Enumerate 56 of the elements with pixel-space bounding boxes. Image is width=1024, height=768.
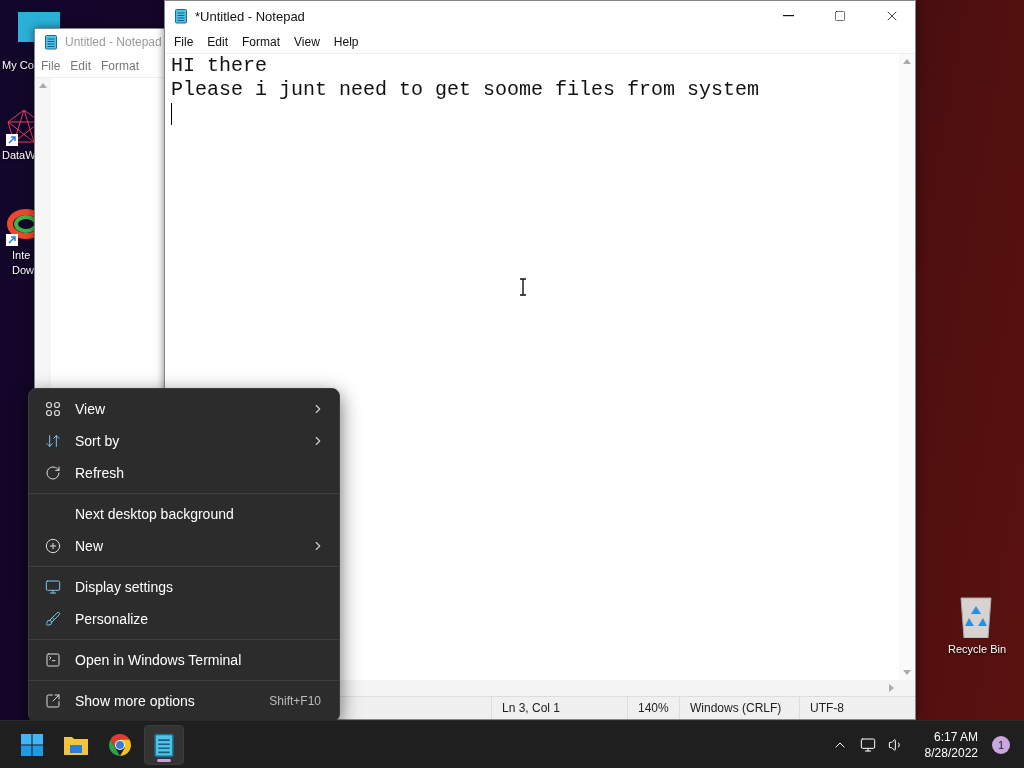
sort-icon — [45, 433, 61, 449]
refresh-icon — [45, 465, 61, 481]
status-text: Ln 3, Col 1 — [491, 697, 627, 719]
menu-item[interactable]: File — [41, 59, 61, 73]
menu-item[interactable]: Format — [235, 35, 288, 49]
scroll-down-icon[interactable] — [903, 668, 911, 676]
icon-label: My Co — [1, 58, 34, 73]
icon-label: Inte — [11, 248, 31, 263]
menu-item[interactable]: Help — [326, 35, 366, 49]
status-text: 140% — [627, 697, 679, 719]
menu-item[interactable]: View — [287, 35, 327, 49]
scroll-up-icon[interactable] — [39, 82, 47, 90]
window-title: Untitled - Notepad — [65, 35, 162, 49]
text-cursor-icon — [518, 278, 528, 296]
taskbar-app-button[interactable] — [144, 724, 184, 765]
window-title: *Untitled - Notepad — [195, 8, 305, 24]
notepad-icon — [173, 8, 189, 24]
menu-item[interactable]: Sort by — [33, 425, 335, 457]
shortcut-text: Shift+F10 — [269, 694, 322, 708]
menu-item[interactable]: Refresh — [33, 457, 335, 489]
notepad-icon — [151, 731, 177, 758]
terminal-icon — [45, 652, 61, 668]
status-text: Windows (CRLF) — [679, 697, 799, 719]
notepad-icon — [43, 34, 59, 50]
menu-item[interactable]: View — [33, 393, 335, 425]
minimize-icon — [782, 15, 794, 17]
recycle-bin-icon — [959, 596, 993, 638]
menu-item[interactable]: Open in Windows Terminal — [33, 644, 335, 676]
menu-item[interactable]: Show more options Shift+F10 — [33, 685, 335, 717]
menu-item[interactable]: Display settings — [33, 571, 335, 603]
plus-icon — [45, 538, 61, 554]
brush-icon — [45, 611, 61, 627]
status-text: UTF-8 — [799, 697, 903, 719]
text-line: HI there — [171, 54, 268, 78]
scroll-right-icon[interactable] — [887, 684, 895, 692]
menu-item[interactable]: Next desktop background — [33, 498, 335, 530]
menu-item[interactable]: Edit — [200, 35, 236, 49]
menu-item[interactable]: Personalize — [33, 603, 335, 635]
menu-item[interactable]: New — [33, 530, 335, 562]
icon-label: DataW — [1, 148, 36, 163]
maximize-icon — [834, 10, 846, 22]
scroll-up-icon[interactable] — [903, 58, 911, 66]
expand-icon — [45, 693, 61, 709]
recycle-bin-label: Recycle Bin — [946, 642, 1007, 657]
browser-icon — [108, 732, 132, 757]
menu-item[interactable]: Format — [101, 59, 140, 73]
monitor-icon — [45, 579, 61, 595]
grid-icon — [45, 401, 61, 417]
menu-item[interactable]: File — [167, 35, 201, 49]
text-line: Please i junt need to get soome files from system — [171, 78, 761, 102]
menu-item[interactable]: Edit — [70, 59, 92, 73]
notification-badge[interactable]: 1 — [992, 735, 1010, 754]
clock[interactable]: 6:17 AM 8/28/2022 — [924, 728, 978, 761]
icon-label: Dow — [11, 263, 34, 278]
windows-logo-icon — [20, 732, 44, 757]
text-caret — [171, 103, 172, 125]
